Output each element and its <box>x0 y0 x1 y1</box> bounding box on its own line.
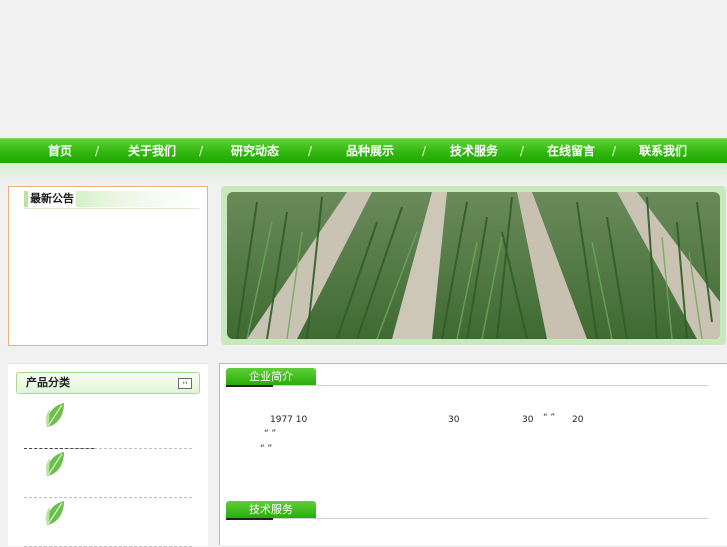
product-category-panel: 产品分类 ›› <box>8 363 208 547</box>
service-section-header: 技术服务 <box>226 501 708 520</box>
nav-item-home[interactable]: 首页 <box>48 139 72 163</box>
nav-item-contact[interactable]: 联系我们 <box>639 139 687 163</box>
item-divider-accent <box>24 448 94 449</box>
intro-text: “ ” <box>264 429 277 439</box>
notice-panel: 最新公告 <box>8 186 208 346</box>
main-content: 企业简介 1977 10 30 30 “ ” 20 “ ” “ ” 技术服务 <box>219 363 727 545</box>
nav-separator: / <box>198 144 204 158</box>
nav-separator: / <box>421 144 427 158</box>
nav-separator: / <box>307 144 313 158</box>
banner-photo <box>227 192 720 339</box>
section-divider-accent <box>226 385 273 387</box>
more-arrow-icon[interactable]: ›› <box>178 378 192 389</box>
nav-item-message[interactable]: 在线留言 <box>547 139 595 163</box>
nav-separator: / <box>611 144 617 158</box>
intro-text: 20 <box>572 415 584 425</box>
section-divider <box>226 518 708 519</box>
intro-text: 30 <box>522 415 534 425</box>
category-item[interactable] <box>24 499 192 547</box>
nav-item-about[interactable]: 关于我们 <box>128 139 176 163</box>
notice-title: 最新公告 <box>28 191 76 207</box>
nav-item-tech-service[interactable]: 技术服务 <box>450 139 498 163</box>
leaf-icon <box>46 501 64 525</box>
about-section-header: 企业简介 <box>226 368 708 387</box>
notice-header: 最新公告 <box>24 191 199 207</box>
section-divider-accent <box>226 518 273 520</box>
leaf-icon <box>46 452 64 476</box>
category-item[interactable] <box>24 401 192 449</box>
intro-text: “ ” <box>543 413 556 423</box>
about-tab[interactable]: 企业简介 <box>226 368 316 385</box>
category-title: 产品分类 <box>26 376 70 389</box>
nav-item-research[interactable]: 研究动态 <box>231 139 279 163</box>
category-header: 产品分类 ›› <box>16 372 200 394</box>
intro-text: 30 <box>448 415 460 425</box>
intro-text: “ ” <box>260 444 273 454</box>
category-item[interactable] <box>24 450 192 498</box>
leaf-icon <box>46 403 64 427</box>
item-divider <box>24 497 192 498</box>
notice-divider <box>24 208 199 209</box>
nav-shadow <box>0 163 727 183</box>
nav-separator: / <box>519 144 525 158</box>
nav-separator: / <box>94 144 100 158</box>
banner <box>221 186 726 345</box>
section-divider <box>226 385 708 386</box>
intro-text: 1977 10 <box>270 415 308 425</box>
main-nav: 首页 / 关于我们 / 研究动态 / 品种展示 / 技术服务 / 在线留言 / … <box>0 138 727 163</box>
nav-item-varieties[interactable]: 品种展示 <box>346 139 394 163</box>
service-tab[interactable]: 技术服务 <box>226 501 316 518</box>
